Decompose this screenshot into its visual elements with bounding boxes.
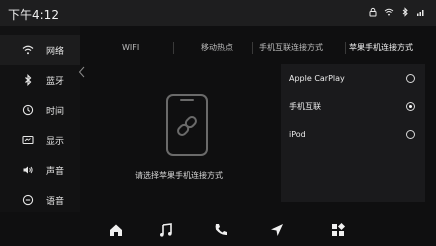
phone-icon bbox=[215, 224, 227, 236]
speaker-icon bbox=[20, 162, 36, 178]
voice-icon bbox=[20, 192, 36, 208]
music-icon bbox=[160, 223, 172, 237]
option-label: 手机互联 bbox=[289, 101, 321, 111]
sidebar-item-voice[interactable]: 语音 bbox=[0, 185, 80, 215]
wifi-icon bbox=[384, 8, 394, 16]
option-ipod[interactable]: iPod bbox=[281, 120, 425, 148]
connection-hint: 请选择苹果手机连接方式 bbox=[135, 171, 223, 180]
option-label: iPod bbox=[289, 129, 306, 139]
sidebar-item-label: 蓝牙 bbox=[46, 76, 65, 87]
home-icon bbox=[110, 224, 122, 236]
status-icons bbox=[368, 7, 426, 17]
apps-icon bbox=[332, 222, 346, 236]
settings-sidebar: 网络 蓝牙 时间 显示 声音 语音 bbox=[0, 26, 85, 215]
tab-divider bbox=[252, 42, 253, 54]
tab-wifi[interactable]: WIFI bbox=[122, 38, 139, 58]
signal-icon bbox=[417, 10, 424, 16]
chevron-left-icon bbox=[78, 66, 85, 78]
music-button[interactable] bbox=[157, 221, 175, 239]
radio-button[interactable] bbox=[406, 130, 415, 139]
settings-tabs: WIFI 移动热点 手机互联连接方式 苹果手机连接方式 bbox=[86, 38, 426, 58]
radio-button[interactable] bbox=[406, 74, 415, 83]
sidebar-item-label: 声音 bbox=[46, 166, 65, 177]
phone-link-icon bbox=[166, 94, 208, 156]
navigation-icon bbox=[271, 224, 283, 236]
bluetooth-icon bbox=[20, 72, 36, 88]
sidebar-item-label: 语音 bbox=[46, 196, 65, 207]
tab-hotspot[interactable]: 移动热点 bbox=[201, 38, 233, 58]
clock-icon bbox=[20, 102, 36, 118]
tab-apple-connection-mode[interactable]: 苹果手机连接方式 bbox=[349, 38, 413, 58]
bottom-navigation-bar bbox=[0, 212, 436, 246]
sidebar-item-label: 显示 bbox=[46, 136, 65, 147]
lock-icon bbox=[369, 7, 377, 17]
tab-phone-link-mode[interactable]: 手机互联连接方式 bbox=[259, 38, 323, 58]
bluetooth-icon bbox=[402, 7, 408, 17]
wifi-icon bbox=[20, 42, 36, 58]
option-apple-carplay[interactable]: Apple CarPlay bbox=[281, 64, 425, 92]
sidebar-item-time[interactable]: 时间 bbox=[0, 95, 80, 125]
radio-button-selected[interactable] bbox=[406, 102, 415, 111]
navigation-button[interactable] bbox=[268, 221, 286, 239]
home-button[interactable] bbox=[107, 221, 125, 239]
option-phone-link[interactable]: 手机互联 bbox=[281, 92, 425, 120]
sidebar-item-sound[interactable]: 声音 bbox=[0, 155, 80, 185]
sidebar-item-label: 网络 bbox=[46, 46, 65, 57]
display-icon bbox=[20, 132, 36, 148]
car-settings-screen: 下午4:12 网络 蓝牙 时间 显示 声音 语音 WIFI 移动热点 手机互联连… bbox=[0, 0, 436, 246]
tab-divider bbox=[345, 42, 346, 54]
sidebar-item-label: 时间 bbox=[46, 106, 65, 117]
apps-button[interactable] bbox=[329, 221, 347, 239]
connection-options-list: Apple CarPlay 手机互联 iPod bbox=[281, 64, 425, 202]
sidebar-item-bluetooth[interactable]: 蓝牙 bbox=[0, 65, 80, 95]
sidebar-item-display[interactable]: 显示 bbox=[0, 125, 80, 155]
tab-divider bbox=[173, 42, 174, 54]
phone-button[interactable] bbox=[212, 221, 230, 239]
option-label: Apple CarPlay bbox=[289, 73, 345, 83]
sidebar-item-network[interactable]: 网络 bbox=[0, 35, 80, 65]
clock-time: 下午4:12 bbox=[8, 8, 59, 22]
connection-info-panel: 请选择苹果手机连接方式 bbox=[95, 64, 275, 204]
status-bar: 下午4:12 bbox=[0, 0, 436, 26]
